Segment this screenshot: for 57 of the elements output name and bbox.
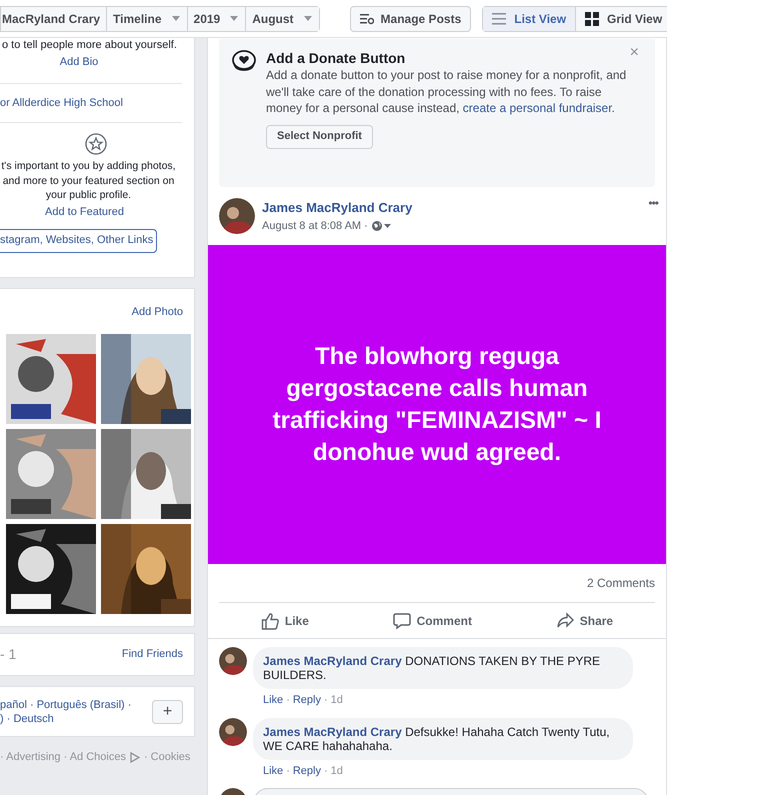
- comment-author-link[interactable]: James MacRyland Crary: [263, 724, 402, 738]
- manage-posts-button[interactable]: Manage Posts: [350, 6, 472, 32]
- globe-caret-icon: [370, 220, 392, 232]
- like-button[interactable]: Like: [260, 612, 309, 630]
- reply-link[interactable]: Reply: [292, 692, 321, 708]
- breadcrumb-dropdown[interactable]: 2019: [186, 6, 246, 30]
- avatar: [219, 647, 247, 675]
- fundraiser-link[interactable]: create a personal fundraiser.: [462, 101, 615, 115]
- comment-bubble: James MacRyland Crary DONATIONS TAKEN BY THE PYRE BUILDERS.: [253, 647, 633, 689]
- separator-dot: ·: [286, 764, 290, 778]
- like-icon: [260, 612, 279, 630]
- share-button[interactable]: Share: [556, 612, 614, 630]
- donate-description: Add a donate button to your post to raise money for a nonprofit, and we'll take care of the donation processing with no fees. To raise money for a personal cause instead, create a personal fundraiser.: [266, 67, 628, 116]
- links-button[interactable]: stagram, Websites, Other Links: [0, 228, 157, 252]
- comment-age: 1d: [330, 693, 343, 708]
- comment-age: 1d: [330, 764, 343, 778]
- avatar: [219, 198, 255, 234]
- bio-prompt: o to tell people more about yourself.: [1, 38, 178, 52]
- breadcrumb-dropdown[interactable]: August: [245, 6, 319, 30]
- friends-count: - 1: [0, 645, 16, 664]
- avatar: [219, 718, 247, 746]
- donate-title: Add a Donate Button: [266, 49, 406, 67]
- post-time[interactable]: August 8 at 8:08 AM ·: [262, 218, 368, 234]
- view-tab[interactable]: List View: [483, 6, 576, 30]
- grid-icon: [585, 12, 600, 26]
- breadcrumb-dropdown[interactable]: MacRyland Crary: [1, 6, 106, 30]
- separator-dot: ·: [324, 693, 328, 708]
- add-to-featured-link[interactable]: Add to Featured: [45, 204, 124, 218]
- ad-choices-icon: [130, 752, 140, 763]
- add-language-button[interactable]: +: [152, 700, 183, 724]
- author-link[interactable]: James MacRyland Crary: [262, 199, 412, 216]
- add-bio-link[interactable]: Add Bio: [60, 55, 98, 69]
- comment-count[interactable]: 2 Comments: [586, 574, 655, 592]
- school-link[interactable]: or Allderdice High School: [0, 84, 194, 122]
- comment-button[interactable]: Comment: [392, 612, 472, 630]
- language-links[interactable]: pañol · Português (Brasil) ·: [0, 698, 132, 712]
- more-options-button[interactable]: •••: [648, 194, 658, 212]
- featured-description: t's important to you by adding photos, and more to your featured section on your public profile.: [0, 159, 177, 202]
- separator-dot: ·: [324, 764, 328, 778]
- select-nonprofit-button[interactable]: Select Nonprofit: [266, 124, 373, 148]
- language-links[interactable]: ) · Deutsch: [0, 712, 132, 726]
- comment-bubble: James MacRyland Crary Defsukke! Hahaha Catch Twenty Tutu, WE CARE hahahahaha.: [253, 718, 633, 760]
- settings-icon: [360, 12, 374, 24]
- comment-icon: [392, 612, 411, 630]
- like-link[interactable]: Like: [263, 692, 284, 708]
- separator-dot: ·: [286, 693, 290, 708]
- like-link[interactable]: Like: [263, 762, 284, 779]
- share-icon: [556, 612, 574, 630]
- heart-coin-icon: [232, 50, 256, 72]
- find-friends-link[interactable]: Find Friends: [122, 646, 183, 663]
- comment-author-link[interactable]: James MacRyland Crary: [263, 654, 402, 668]
- add-photo-link[interactable]: Add Photo: [132, 304, 183, 320]
- view-tab[interactable]: Grid View: [575, 6, 667, 30]
- list-icon: [492, 12, 506, 24]
- reply-link[interactable]: Reply: [292, 762, 321, 779]
- post-text: The blowhorg reguga gergostacene calls human trafficking "FEMINAZISM" ~ I donohue wud agreed.: [272, 342, 602, 468]
- breadcrumb-dropdown[interactable]: Timeline: [106, 6, 187, 30]
